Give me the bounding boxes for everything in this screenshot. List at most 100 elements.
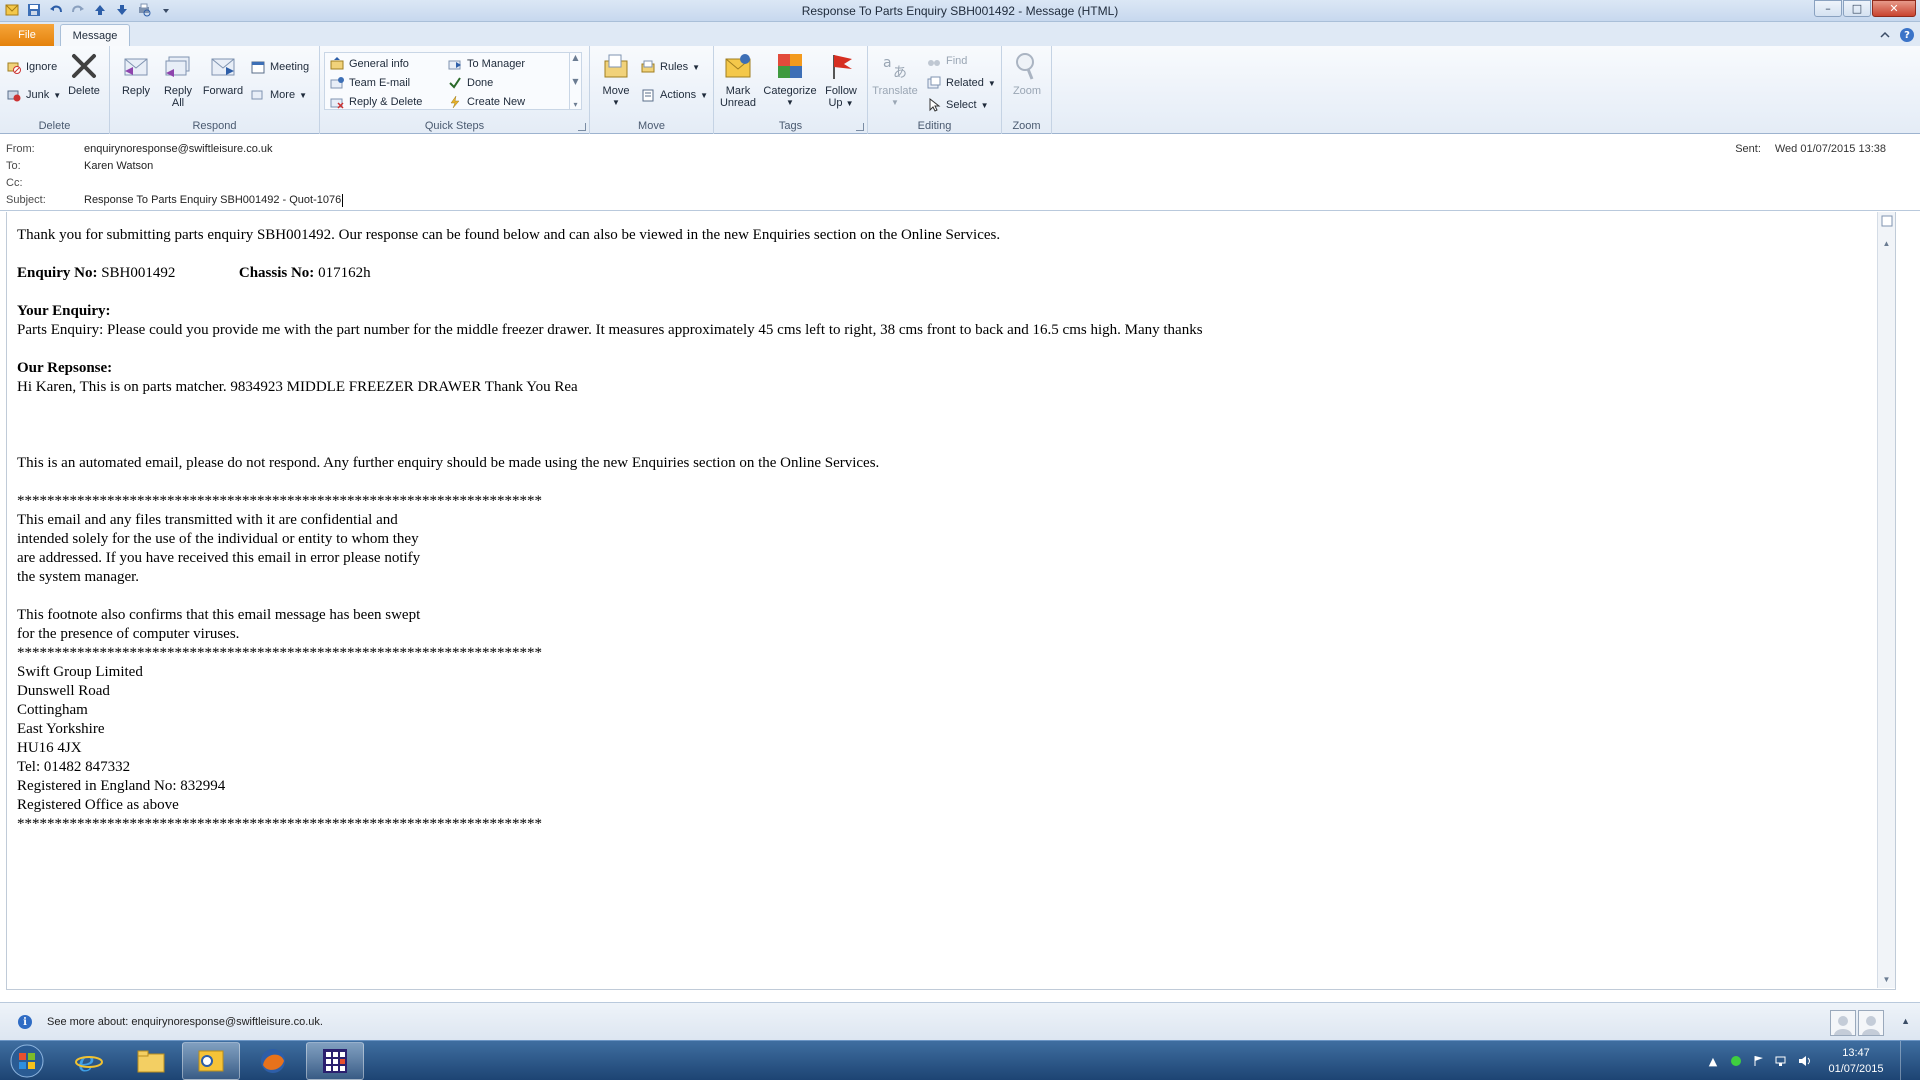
chevron-down-icon: ▼ bbox=[845, 99, 854, 108]
person-avatar-icon[interactable] bbox=[1858, 1010, 1884, 1036]
quickstep-reply-delete[interactable]: Reply & Delete bbox=[329, 93, 422, 111]
quicksteps-scroll[interactable]: ▲ ▼ ▾ bbox=[569, 53, 581, 109]
select-button[interactable]: Select ▼ bbox=[926, 96, 989, 114]
more-respond-button[interactable]: More ▼ bbox=[250, 86, 307, 104]
show-hidden-icons-icon[interactable]: ▲ bbox=[1706, 1054, 1720, 1068]
reply-button[interactable]: Reply bbox=[116, 50, 156, 97]
footnote-line: for the presence of computer viruses. bbox=[17, 626, 240, 642]
move-button[interactable]: Move ▼ bbox=[596, 50, 636, 109]
categorize-button[interactable]: Categorize ▼ bbox=[762, 50, 818, 109]
person-avatar-icon[interactable] bbox=[1830, 1010, 1856, 1036]
sent-value: Wed 01/07/2015 13:38 bbox=[1774, 143, 1886, 155]
ignore-button[interactable]: Ignore bbox=[6, 58, 57, 76]
flag-icon bbox=[825, 50, 857, 82]
tab-file[interactable]: File bbox=[0, 24, 54, 46]
meeting-button[interactable]: Meeting bbox=[250, 58, 309, 76]
disclaimer-line: are addressed. If you have received this… bbox=[17, 550, 421, 566]
tab-message[interactable]: Message bbox=[60, 24, 130, 47]
taskbar-firefox[interactable] bbox=[244, 1042, 302, 1080]
chassis-no-label: Chassis No: bbox=[238, 265, 315, 281]
quickstep-team-email[interactable]: Team E-mail bbox=[329, 74, 410, 92]
related-button[interactable]: Related ▼ bbox=[926, 74, 996, 92]
address-line: East Yorkshire bbox=[17, 721, 105, 737]
zoom-group: Zoom Zoom bbox=[1002, 46, 1052, 134]
show-desktop-button[interactable] bbox=[1900, 1041, 1912, 1081]
tags-group: Mark Unread Categorize ▼ Follow Up ▼ Tag… bbox=[714, 46, 868, 134]
minimize-button[interactable]: – bbox=[1814, 0, 1842, 17]
disclaimer-line: This email and any files transmitted wit… bbox=[17, 512, 398, 528]
taskbar-outlook[interactable] bbox=[182, 1042, 240, 1080]
scroll-up-icon[interactable]: ▲ bbox=[1878, 236, 1895, 250]
chevron-down-icon: ▼ bbox=[53, 90, 62, 100]
action-center-flag-icon[interactable] bbox=[1752, 1054, 1766, 1068]
network-icon[interactable] bbox=[1775, 1054, 1789, 1068]
sent-label: Sent: bbox=[1735, 143, 1761, 155]
ribbon-tabs: File Message ? bbox=[0, 22, 1920, 47]
delete-button[interactable]: Delete bbox=[64, 50, 104, 97]
start-button[interactable] bbox=[4, 1042, 50, 1080]
more-icon bbox=[250, 87, 266, 103]
enquiry-no-value: SBH001492 bbox=[101, 265, 176, 281]
status-dot-icon[interactable] bbox=[1729, 1054, 1743, 1068]
help-icon[interactable]: ? bbox=[1900, 28, 1914, 42]
group-label-delete: Delete bbox=[38, 120, 71, 132]
chevron-down-icon: ▼ bbox=[987, 78, 996, 88]
follow-up-button[interactable]: Follow Up ▼ bbox=[820, 50, 862, 110]
zoom-button[interactable]: Zoom bbox=[1006, 50, 1048, 97]
junk-button[interactable]: Junk ▼ bbox=[6, 86, 61, 104]
reply-all-button[interactable]: Reply All bbox=[158, 50, 198, 109]
scroll-down-icon[interactable]: ▼ bbox=[1878, 972, 1895, 986]
close-button[interactable]: ✕ bbox=[1872, 0, 1916, 17]
to-row: To: Karen Watson bbox=[6, 160, 153, 176]
chassis-no-value: 017162h bbox=[318, 265, 371, 281]
stars-divider-2: ****************************************… bbox=[17, 645, 542, 661]
quickstep-done[interactable]: Done bbox=[447, 74, 493, 92]
scroll-down-icon[interactable]: ▼ bbox=[572, 77, 578, 86]
maximize-button[interactable]: □ bbox=[1843, 0, 1871, 17]
find-button[interactable]: Find bbox=[926, 52, 967, 70]
body-scrollbar[interactable]: ▲ ▼ bbox=[1877, 212, 1895, 988]
expand-gallery-icon[interactable]: ▾ bbox=[573, 100, 577, 109]
calculator-icon bbox=[323, 1049, 347, 1073]
volume-icon[interactable] bbox=[1798, 1054, 1812, 1068]
magnifier-icon bbox=[1011, 50, 1043, 82]
quicksteps-group: General info Team E-mail Reply & Delete … bbox=[320, 46, 590, 134]
expand-people-pane-icon[interactable]: ▲ bbox=[1901, 1016, 1910, 1026]
tabrow-right: ? bbox=[1880, 28, 1914, 42]
your-enquiry-heading: Your Enquiry: bbox=[17, 303, 111, 319]
see-more-text[interactable]: See more about: enquirynoresponse@swiftl… bbox=[47, 1016, 323, 1028]
quickstep-create-new[interactable]: Create New bbox=[447, 93, 525, 111]
from-value[interactable]: enquirynoresponse@swiftleisure.co.uk bbox=[84, 143, 272, 159]
rules-button[interactable]: Rules ▼ bbox=[640, 58, 700, 76]
address-line: Registered Office as above bbox=[17, 797, 179, 813]
minimize-ribbon-icon[interactable] bbox=[1880, 30, 1890, 40]
mark-unread-button[interactable]: Mark Unread bbox=[718, 50, 758, 109]
from-label: From: bbox=[6, 143, 35, 155]
message-body[interactable]: Thank you for submitting parts enquiry S… bbox=[6, 212, 1896, 990]
editing-group: aあ Translate ▼ Find Related ▼ Select ▼ E… bbox=[868, 46, 1002, 134]
group-label-quicksteps: Quick Steps bbox=[424, 120, 485, 132]
internet-explorer-icon: e bbox=[75, 1047, 103, 1075]
view-toggle-icon[interactable] bbox=[1878, 214, 1895, 228]
window-title: Response To Parts Enquiry SBH001492 - Me… bbox=[801, 4, 1119, 18]
meeting-icon bbox=[250, 59, 266, 75]
quickstep-to-manager[interactable]: To Manager bbox=[447, 55, 525, 73]
address-line: Dunswell Road bbox=[17, 683, 110, 699]
forward-button[interactable]: Forward bbox=[200, 50, 246, 97]
to-value[interactable]: Karen Watson bbox=[84, 160, 153, 176]
quickstep-general-info[interactable]: General info bbox=[329, 55, 409, 73]
subject-value[interactable]: Response To Parts Enquiry SBH001492 - Qu… bbox=[84, 194, 341, 210]
actions-button[interactable]: Actions ▼ bbox=[640, 86, 708, 104]
taskbar-windows-explorer[interactable] bbox=[122, 1042, 180, 1080]
taskbar-calculator-app[interactable] bbox=[306, 1042, 364, 1080]
ignore-icon bbox=[6, 59, 22, 75]
group-label-move: Move bbox=[638, 120, 665, 132]
disclaimer-line: the system manager. bbox=[17, 569, 140, 585]
system-clock[interactable]: 13:47 01/07/2015 bbox=[1821, 1045, 1891, 1077]
info-icon: i bbox=[18, 1015, 32, 1029]
taskbar-internet-explorer[interactable]: e bbox=[60, 1042, 118, 1080]
translate-button[interactable]: aあ Translate ▼ bbox=[872, 50, 918, 109]
scroll-up-icon[interactable]: ▲ bbox=[572, 53, 578, 62]
reply-icon bbox=[120, 50, 152, 82]
title-bar: Response To Parts Enquiry SBH001492 - Me… bbox=[0, 0, 1920, 22]
